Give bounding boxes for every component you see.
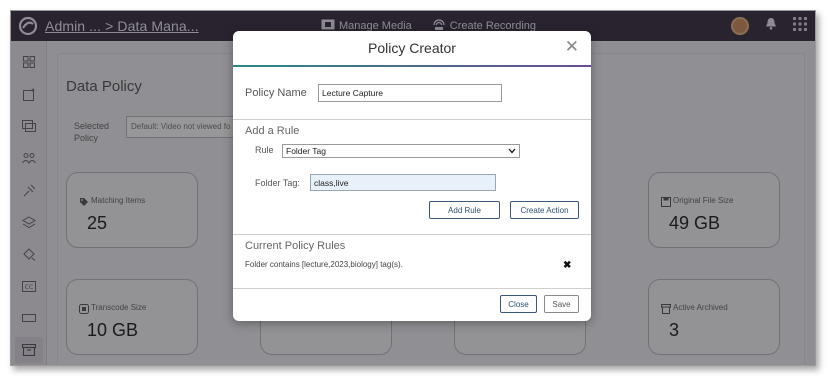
save-button[interactable]: Save: [544, 295, 579, 313]
rule-select-value: Folder Tag: [286, 146, 327, 156]
section-divider: [233, 234, 591, 235]
chevron-down-icon: [508, 146, 516, 156]
dialog-title: Policy Creator: [368, 40, 456, 56]
add-rule-button[interactable]: Add Rule: [429, 201, 500, 219]
delete-rule-icon[interactable]: ✖: [563, 260, 571, 271]
policy-name-input[interactable]: Lecture Capture: [318, 84, 502, 102]
close-icon[interactable]: ✕: [565, 37, 579, 57]
section-divider: [233, 119, 591, 120]
folder-tag-input[interactable]: class,live: [310, 174, 496, 191]
add-rule-section-title: Add a Rule: [245, 125, 300, 137]
folder-tag-label: Folder Tag:: [255, 178, 300, 188]
current-rules-section-title: Current Policy Rules: [245, 240, 346, 252]
create-action-button[interactable]: Create Action: [510, 201, 579, 219]
header-divider: [233, 65, 591, 67]
rule-label: Rule: [255, 145, 274, 155]
policy-creator-dialog: Policy Creator ✕ Policy Name Lecture Cap…: [233, 31, 591, 321]
policy-name-label: Policy Name: [245, 87, 307, 99]
dialog-header: Policy Creator ✕: [233, 31, 591, 67]
rule-select[interactable]: Folder Tag: [282, 144, 520, 158]
rule-item-text: Folder contains [lecture,2023,biology] t…: [245, 260, 403, 269]
app-window: Admin ... > Data Mana... Manage Media Cr…: [10, 10, 816, 366]
footer-divider: [233, 288, 591, 289]
close-button[interactable]: Close: [500, 295, 537, 313]
